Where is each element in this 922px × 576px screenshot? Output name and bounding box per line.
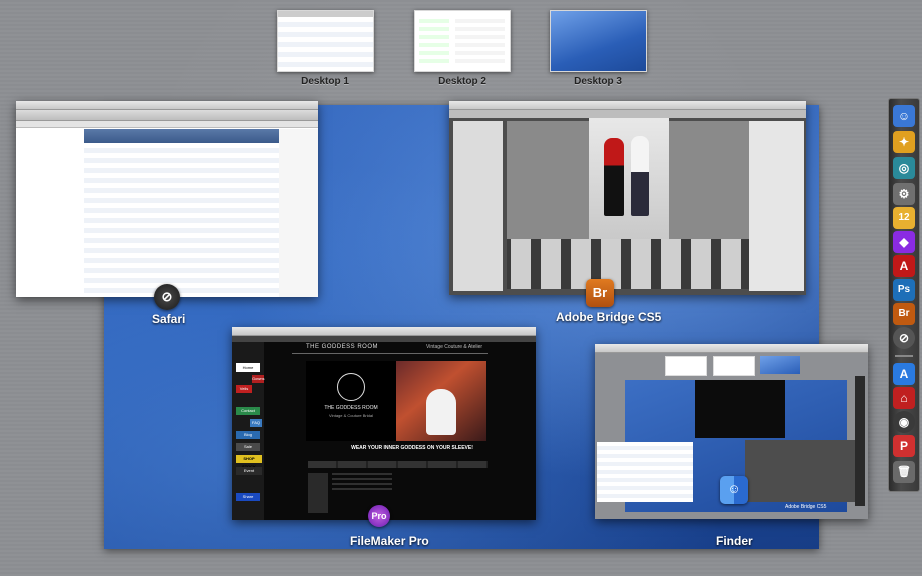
safari-window[interactable] [16,101,318,297]
filemaker-titlebar [232,327,536,336]
filemaker-icon[interactable]: ◆ [893,231,915,253]
site-side-btn-9[interactable]: Event [236,467,262,475]
site-side-btn-1[interactable]: Home [236,363,260,372]
safari-titlebar [16,101,318,110]
site-side-btn-3[interactable]: Veils [236,385,252,393]
site-hero-photo [396,361,486,441]
space-desktop-1-preview[interactable] [277,10,374,72]
dock: ☺ ✦ ◎ ⚙ 12 ◆ A Ps Br ⊘ A ⌂ ◉ P 🗑 [888,98,920,492]
space-desktop-3-preview[interactable] [550,10,647,72]
finder-icon[interactable]: ☺ [893,105,915,127]
bridge-window[interactable] [449,101,806,295]
site-header-title: THE GODDESS ROOM [306,344,379,350]
site-side-btn-10[interactable]: Share [236,493,260,501]
finder-app-icon[interactable]: ☺ [720,476,748,504]
site-shop-stock[interactable]: SHOP STOCK [236,455,262,469]
system-preferences-icon[interactable]: ⚙ [893,183,915,205]
site-side-btn-5[interactable]: FAQ [250,419,262,427]
bridge-app-icon[interactable]: Br [586,279,614,307]
safari-toolbar [16,110,318,121]
launchpad-icon[interactable]: ✦ [893,131,915,153]
bridge-titlebar [449,101,806,110]
mission-control-icon[interactable]: ◎ [893,157,915,179]
space-desktop-2-label: Desktop 2 [438,76,486,87]
safari-forum-list [84,143,279,297]
finder-titlebar [595,344,868,353]
pdf-icon[interactable]: P [893,435,915,457]
dock-separator [895,355,913,357]
site-hero-sub: Vintage & Couture Bridal [329,413,373,418]
site-header-tagline: Vintage Couture & Atelier [426,344,483,350]
space-desktop-1-label: Desktop 1 [301,76,349,87]
filemaker-window[interactable]: Home Gowns Veils Contact FAQ Blog Sale S… [232,327,536,520]
calendar-icon[interactable]: 12 [893,207,915,229]
app-store-icon[interactable]: A [893,363,915,385]
photoshop-icon[interactable]: Ps [893,279,915,301]
bridge-app-label: Adobe Bridge CS5 [556,310,662,324]
space-desktop-3-label: Desktop 3 [574,76,622,87]
safari-icon[interactable]: ⊘ [154,284,180,310]
bridge-preview-photo [589,118,669,243]
filemaker-app-icon[interactable]: Pro [368,505,390,527]
safari-icon[interactable]: ⊘ [893,327,915,349]
finder-inner-label: Adobe Bridge CS5 [785,504,827,510]
site-hero: THE GODDESS ROOM Vintage & Couture Brida… [306,361,486,441]
site-side-btn-7[interactable]: Sale [236,443,260,451]
trash-icon[interactable]: 🗑 [893,461,915,483]
filemaker-app-label: FileMaker Pro [350,534,429,548]
dvd-icon[interactable]: ◉ [893,411,915,433]
finder-app-label: Finder [716,534,753,548]
site-banner: WEAR YOUR INNER GODDESS ON YOUR SLEEVE! [351,445,473,451]
bridge-icon[interactable]: Br [893,303,915,325]
space-desktop-2-preview[interactable] [414,10,511,72]
safari-app-label: Safari [152,312,186,326]
site-hero-caption: THE GODDESS ROOM [324,405,378,411]
site-side-btn-4[interactable]: Contact [236,407,260,415]
acrobat-icon[interactable]: A [893,255,915,277]
home-icon[interactable]: ⌂ [893,387,915,409]
bridge-filmstrip [507,239,749,289]
site-side-btn-2[interactable]: Gowns [252,375,264,383]
site-side-btn-6[interactable]: Blog [236,431,260,439]
